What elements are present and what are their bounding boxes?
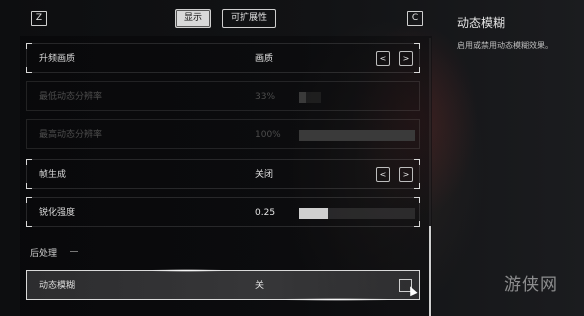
detail-description: 启用或禁用动态模糊效果。 <box>457 41 553 50</box>
setting-label: 最低动态分辨率 <box>39 92 103 102</box>
setting-row-min-resolution: 最低动态分辨率 33% <box>26 81 420 111</box>
section-title-post-processing: 后处理 <box>30 249 58 259</box>
site-watermark: 游侠网 <box>504 275 558 295</box>
setting-label: 动态模糊 <box>39 281 76 291</box>
setting-value: 33% <box>255 92 276 102</box>
setting-label: 最高动态分辨率 <box>39 130 103 140</box>
slider-fill <box>299 130 415 141</box>
frame-corner <box>26 221 32 227</box>
highlight-glow <box>147 269 227 272</box>
frame-corner <box>414 67 420 73</box>
section-divider <box>70 251 78 252</box>
mouse-cursor-icon <box>406 284 418 297</box>
frame-corner <box>26 183 32 189</box>
setting-row-motion-blur[interactable]: 动态模糊 关 <box>26 269 420 301</box>
frame-corner <box>414 183 420 189</box>
slider-fill <box>299 92 307 103</box>
setting-row-max-resolution: 最高动态分辨率 100% <box>26 119 420 149</box>
frame-corner <box>26 159 32 165</box>
setting-row-frame-generation[interactable]: 帧生成 关闭 < > <box>26 159 420 189</box>
frame-corner <box>26 43 32 49</box>
frame-corner <box>414 197 420 203</box>
frame-corner <box>26 67 32 73</box>
setting-value: 画质 <box>255 54 274 64</box>
setting-value: 100% <box>255 130 281 140</box>
setting-label: 升频画质 <box>39 54 76 64</box>
setting-row-upscale[interactable]: 升频画质 画质 < > <box>26 43 420 73</box>
setting-value: 0.25 <box>255 208 276 218</box>
frame-corner <box>26 197 32 203</box>
sharpen-slider[interactable] <box>299 208 415 219</box>
frame-corner <box>414 43 420 49</box>
setting-label: 锐化强度 <box>39 208 76 218</box>
chevron-right-icon[interactable]: > <box>399 167 413 182</box>
frame-corner <box>414 159 420 165</box>
prev-tab-key[interactable]: Z <box>31 11 47 26</box>
slider-fill <box>299 208 328 219</box>
chevron-right-icon[interactable]: > <box>399 51 413 66</box>
setting-value: 关闭 <box>255 170 274 180</box>
detail-title: 动态模糊 <box>457 16 506 30</box>
frame-corner <box>414 221 420 227</box>
tab-display[interactable]: 显示 <box>175 9 211 28</box>
setting-label: 帧生成 <box>39 170 67 180</box>
highlight-glow <box>277 298 397 301</box>
slider-track <box>299 92 321 103</box>
scrollbar-thumb[interactable] <box>429 226 431 316</box>
next-tab-key[interactable]: C <box>407 11 423 26</box>
scrollbar[interactable] <box>429 38 431 316</box>
setting-row-sharpening[interactable]: 锐化强度 0.25 <box>26 197 420 227</box>
tab-scalability[interactable]: 可扩展性 <box>222 9 276 28</box>
slider-track <box>299 130 415 141</box>
chevron-left-icon[interactable]: < <box>376 167 390 182</box>
setting-value: 关 <box>255 281 265 291</box>
chevron-left-icon[interactable]: < <box>376 51 390 66</box>
